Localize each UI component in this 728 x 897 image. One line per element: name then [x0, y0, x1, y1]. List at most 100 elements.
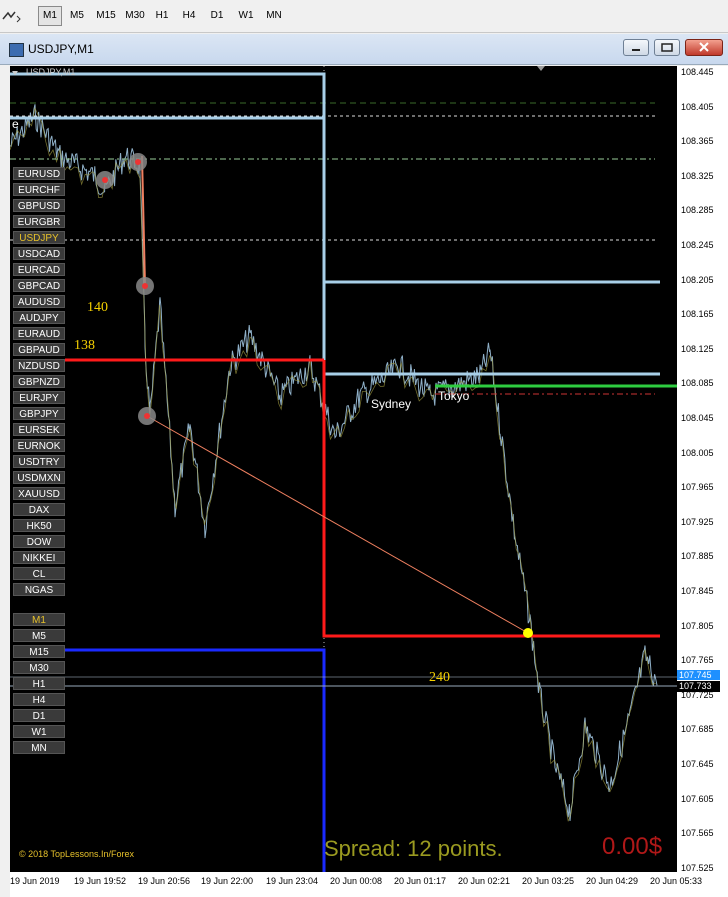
symbol-button-nikkei[interactable]: NIKKEI — [13, 551, 65, 564]
symbol-button-gbpjpy[interactable]: GBPJPY — [13, 407, 65, 420]
tf-w1-button[interactable]: W1 — [235, 7, 257, 25]
time-tick-label: 19 Jun 22:00 — [201, 876, 254, 886]
side-tf-button-m1[interactable]: M1 — [13, 613, 65, 626]
symbol-button-gbpcad[interactable]: GBPCAD — [13, 279, 65, 292]
symbol-button-gbpaud[interactable]: GBPAUD — [13, 343, 65, 356]
chart-window-icon — [9, 43, 24, 57]
time-tick-label: 20 Jun 01:17 — [394, 876, 447, 886]
scroll-marker-icon — [537, 66, 545, 71]
symbol-button-gbpnzd[interactable]: GBPNZD — [13, 375, 65, 388]
symbol-button-xauusd[interactable]: XAUUSD — [13, 487, 65, 500]
price-tick-label: 108.445 — [681, 67, 714, 77]
tf-m5-button[interactable]: M5 — [65, 7, 89, 25]
maximize-icon — [661, 43, 673, 52]
trade-close-marker — [523, 628, 533, 638]
side-tf-button-m15[interactable]: M15 — [13, 645, 65, 658]
price-tick-label: 108.005 — [681, 447, 714, 458]
symbol-button-audjpy[interactable]: AUDJPY — [13, 311, 65, 324]
symbol-button-eurusd[interactable]: EURUSD — [13, 167, 65, 180]
level-label-240: 240 — [429, 670, 450, 685]
price-tick-label: 108.365 — [681, 136, 714, 147]
spread-text: Spread: 12 points. — [324, 836, 503, 861]
price-tick-label: 107.925 — [681, 516, 714, 527]
profit-text: 0.00$ — [602, 833, 663, 860]
trade-marker-dot-0 — [102, 177, 108, 183]
timeframe-toolbar: M1 M5 M15 M30 H1 H4 D1 W1 MN — [0, 0, 728, 33]
blue-level-structure — [65, 648, 326, 872]
time-tick-label: 19 Jun 2019 — [10, 876, 60, 886]
trade-marker-dot-1 — [135, 159, 141, 165]
price-axis: 108.445 108.405 108.365 108.325 108.285 108.2… — [677, 66, 728, 873]
price-tick-label: 107.685 — [681, 724, 714, 735]
side-tf-button-mn[interactable]: MN — [13, 741, 65, 754]
price-tick-label: 108.125 — [681, 343, 714, 354]
session-label-tokyo: Tokyo — [438, 389, 470, 403]
symbol-button-euraud[interactable]: EURAUD — [13, 327, 65, 340]
price-tick-label: 107.645 — [681, 759, 714, 769]
time-tick-label: 20 Jun 02:21 — [458, 876, 511, 886]
minimize-icon — [632, 49, 640, 51]
chart-canvas — [10, 66, 677, 872]
time-axis: 19 Jun 2019 19 Jun 19:52 19 Jun 20:56 19 Ju… — [10, 872, 728, 897]
symbol-button-dax[interactable]: DAX — [13, 503, 65, 516]
level-label-138: 138 — [74, 338, 95, 353]
symbol-button-eursek[interactable]: EURSEK — [13, 423, 65, 436]
symbol-button-usdtry[interactable]: USDTRY — [13, 455, 65, 468]
tf-m30-button[interactable]: M30 — [122, 7, 148, 25]
drawing-tools-icon[interactable] — [0, 8, 22, 24]
symbol-button-dow[interactable]: DOW — [13, 535, 65, 548]
copyright-text: © 2018 TopLessons.In/Forex — [19, 849, 135, 859]
time-tick-label: 19 Jun 19:52 — [74, 876, 127, 886]
symbol-button-cl[interactable]: CL — [13, 567, 65, 580]
minimize-button[interactable] — [623, 39, 649, 56]
symbol-button-hk50[interactable]: HK50 — [13, 519, 65, 532]
symbol-button-ngas[interactable]: NGAS — [13, 583, 65, 596]
price-tick-label: 107.845 — [681, 586, 714, 596]
price-tick-label: 108.285 — [681, 205, 714, 216]
chart-window-title-bar: USDJPY,M1 — [0, 34, 728, 65]
time-tick-label: 20 Jun 00:08 — [330, 876, 383, 886]
time-tick-label: 20 Jun 05:33 — [650, 876, 703, 886]
symbol-button-eurjpy[interactable]: EURJPY — [13, 391, 65, 404]
side-tf-button-m30[interactable]: M30 — [13, 661, 65, 674]
price-tick-label: 107.605 — [681, 793, 714, 804]
side-tf-button-h4[interactable]: H4 — [13, 693, 65, 706]
symbol-button-nzdusd[interactable]: NZDUSD — [13, 359, 65, 372]
price-chart[interactable]: USDJPY,M1 e EURUSD EURCHF GBPUSD EURGBR USDJ… — [10, 66, 677, 872]
symbol-button-gbpusd[interactable]: GBPUSD — [13, 199, 65, 212]
close-button[interactable] — [685, 39, 723, 56]
time-tick-label: 20 Jun 03:25 — [522, 876, 575, 886]
tf-mn-button[interactable]: MN — [262, 7, 286, 25]
symbol-button-eurgbr[interactable]: EURGBR — [13, 215, 65, 228]
tf-m15-button[interactable]: M15 — [93, 7, 119, 25]
symbol-button-eurcad[interactable]: EURCAD — [13, 263, 65, 276]
level-label-140: 140 — [87, 300, 108, 315]
time-tick-label: 19 Jun 20:56 — [138, 876, 191, 886]
window-title: USDJPY,M1 — [28, 42, 94, 56]
tf-h4-button[interactable]: H4 — [178, 7, 200, 25]
price-tick-label: 108.165 — [681, 309, 714, 320]
chart-menu-triangle-icon[interactable] — [12, 67, 18, 75]
trade-marker-dot-3 — [144, 413, 150, 419]
side-tf-button-h1[interactable]: H1 — [13, 677, 65, 690]
price-tick-label: 108.045 — [681, 413, 714, 423]
symbol-button-audusd[interactable]: AUDUSD — [13, 295, 65, 308]
price-series-line — [10, 104, 658, 822]
side-tf-button-m5[interactable]: M5 — [13, 629, 65, 642]
time-tick-label: 19 Jun 23:04 — [266, 876, 319, 886]
tf-d1-button[interactable]: D1 — [206, 7, 228, 25]
symbol-button-usdjpy[interactable]: USDJPY — [13, 231, 65, 244]
tf-m1-button[interactable]: M1 — [38, 6, 62, 26]
price-tick-label: 108.325 — [681, 170, 714, 181]
price-tick-label: 108.245 — [681, 240, 714, 250]
side-tf-button-d1[interactable]: D1 — [13, 709, 65, 722]
tf-h1-button[interactable]: H1 — [151, 7, 173, 25]
symbol-button-eurchf[interactable]: EURCHF — [13, 183, 65, 196]
side-tf-button-w1[interactable]: W1 — [13, 725, 65, 738]
symbol-button-usdcad[interactable]: USDCAD — [13, 247, 65, 260]
price-tick-label: 107.765 — [681, 655, 714, 666]
symbol-button-eurnok[interactable]: EURNOK — [13, 439, 65, 452]
price-tick-label: 107.565 — [681, 828, 714, 839]
maximize-button[interactable] — [654, 39, 680, 56]
symbol-button-usdmxn[interactable]: USDMXN — [13, 471, 65, 484]
